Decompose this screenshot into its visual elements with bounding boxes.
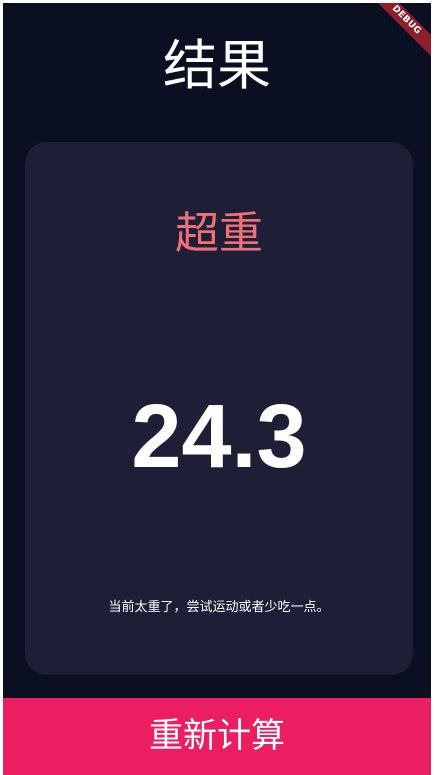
- result-screen: DEBUG 结果 超重 24.3 当前太重了，尝试运动或者少吃一点。 重新计算: [3, 3, 431, 775]
- result-card: 超重 24.3 当前太重了，尝试运动或者少吃一点。: [25, 142, 413, 675]
- bmi-value: 24.3: [131, 387, 307, 487]
- recalculate-button[interactable]: 重新计算: [3, 698, 431, 775]
- page-title: 结果: [163, 34, 271, 97]
- result-status: 超重: [175, 208, 263, 259]
- result-advice: 当前太重了，尝试运动或者少吃一点。: [108, 600, 330, 615]
